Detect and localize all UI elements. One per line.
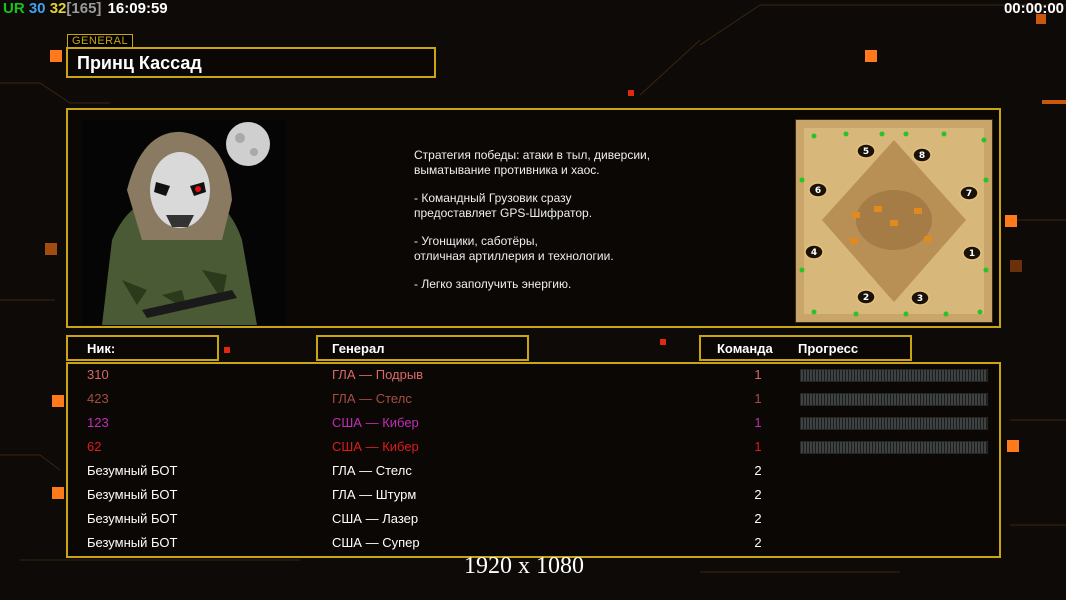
general-description: Стратегия победы: атаки в тыл, диверсии,… <box>414 148 650 306</box>
spawn-label: 5 <box>863 147 869 157</box>
player-team: 2 <box>754 487 762 502</box>
team-progress-header: Команда Прогресс <box>699 335 912 361</box>
progress-bar <box>800 441 988 454</box>
hud-fps: 30 <box>28 0 46 17</box>
description-line: - Легко заполучить энергию. <box>414 277 572 291</box>
hud-stats: UR 30 32[165] 16:09:59 <box>3 0 168 18</box>
hud-bracket: [165] <box>66 0 102 17</box>
progress-bar <box>800 417 988 430</box>
player-general: ГЛА — Стелс <box>332 391 412 406</box>
table-row: Безумный БОТ ГЛА — Стелс 2 <box>68 460 1003 484</box>
spawn-label: 1 <box>969 249 975 259</box>
player-team: 2 <box>754 463 762 478</box>
player-general: ГЛА — Стелс <box>332 463 412 478</box>
player-team: 2 <box>754 535 762 550</box>
table-row: Безумный БОТ США — Лазер 2 <box>68 508 1003 532</box>
player-general: ГЛА — Подрыв <box>332 367 424 382</box>
player-nick: 310 <box>87 367 109 382</box>
player-team: 1 <box>754 439 762 454</box>
player-nick: Безумный БОТ <box>87 511 178 526</box>
hud-count: 32 <box>49 0 67 17</box>
player-nick: Безумный БОТ <box>87 487 178 502</box>
spawn-label: 6 <box>815 186 821 196</box>
general-name: Принц Кассад <box>77 53 202 73</box>
spawn-label: 3 <box>917 294 923 304</box>
progress-header-label: Прогресс <box>798 341 859 356</box>
player-general: США — Лазер <box>332 511 419 526</box>
player-team: 2 <box>754 511 762 526</box>
map-preview: 5 8 6 7 4 1 2 3 <box>795 119 993 323</box>
spawn-label: 8 <box>919 151 925 161</box>
progress-bar <box>800 393 988 406</box>
player-general: США — Кибер <box>332 415 419 430</box>
resolution-label: 1920 x 1080 <box>464 553 584 579</box>
spawn-label: 7 <box>966 189 972 199</box>
progress-bar <box>800 369 988 382</box>
table-row: 423 ГЛА — Стелс 1 <box>68 388 1003 412</box>
player-nick: 62 <box>87 439 102 454</box>
hud-ur: UR <box>3 0 25 17</box>
player-team: 1 <box>754 415 762 430</box>
spawn-label: 2 <box>863 293 869 303</box>
player-general: США — Кибер <box>332 439 419 454</box>
hud-timer: 00:00:00 <box>1003 0 1064 17</box>
table-row: 62 США — Кибер 1 <box>68 436 1003 460</box>
player-nick: 423 <box>87 391 109 406</box>
players-list: 310 ГЛА — Подрыв 1 423 ГЛА — Стелс 1 123 США — … <box>66 362 1001 558</box>
general-header-label: Генерал <box>332 341 385 356</box>
table-row: 310 ГЛА — Подрыв 1 <box>68 364 1003 388</box>
player-nick: Безумный БОТ <box>87 463 178 478</box>
hud-clock: 16:09:59 <box>107 0 168 17</box>
general-info-panel: Стратегия победы: атаки в тыл, диверсии,… <box>66 108 1001 328</box>
general-portrait <box>82 120 286 325</box>
description-line: - Угонщики, саботёры, отличная артиллери… <box>414 234 614 263</box>
team-header-label: Команда <box>717 341 773 356</box>
player-general: США — Супер <box>332 535 420 550</box>
player-general: ГЛА — Штурм <box>332 487 417 502</box>
player-nick: Безумный БОТ <box>87 535 178 550</box>
description-line: - Командный Грузовик сразу предоставляет… <box>414 191 593 220</box>
nick-header: Ник: <box>66 335 219 361</box>
player-nick: 123 <box>87 415 109 430</box>
nick-header-label: Ник: <box>87 341 116 356</box>
general-title-panel: Принц Кассад <box>66 47 436 78</box>
general-header: Генерал <box>316 335 529 361</box>
player-team: 1 <box>754 391 762 406</box>
spawn-label: 4 <box>811 248 817 258</box>
table-row: 123 США — Кибер 1 <box>68 412 1003 436</box>
table-row: Безумный БОТ ГЛА — Штурм 2 <box>68 484 1003 508</box>
player-team: 1 <box>754 367 762 382</box>
description-line: Стратегия победы: атаки в тыл, диверсии,… <box>414 148 651 177</box>
